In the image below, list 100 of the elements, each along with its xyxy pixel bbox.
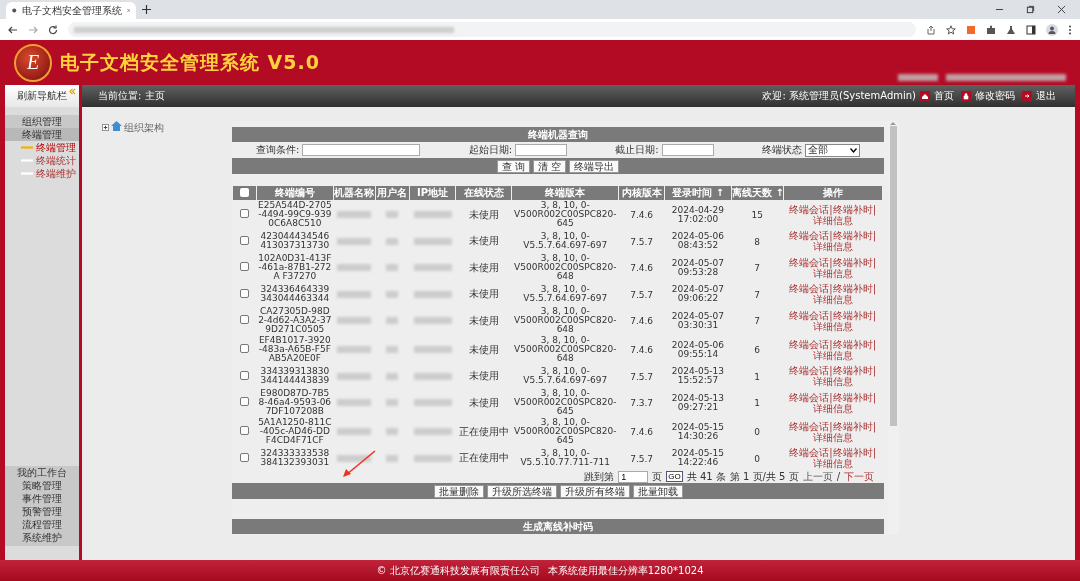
action-link[interactable]: 终端补时 [832,338,873,350]
new-tab-icon[interactable] [142,5,151,14]
action-link[interactable]: 详细信息 [812,267,853,279]
action-link[interactable]: 终端补时 [832,230,873,241]
sidebar-group[interactable]: 终端管理 [5,128,79,141]
action-link[interactable]: 终端会话 [789,391,830,403]
action-link[interactable]: 详细信息 [812,214,853,226]
sidebar-group[interactable]: 组织管理 [5,115,79,128]
tree-node[interactable]: 组织架构 [124,121,164,135]
separator: | [829,391,833,403]
profile-icon[interactable] [1046,23,1058,36]
close-icon[interactable] [1057,5,1066,14]
checkbox[interactable] [240,370,250,380]
checkbox[interactable] [240,452,250,462]
action-link[interactable]: 终端补时 [832,309,873,321]
bulk-button[interactable]: 批量删除 [433,484,484,498]
query-button[interactable]: 查 询 [496,159,530,173]
sidebar-item[interactable]: 终端维护 [5,167,79,180]
sidebar-item[interactable]: 终端管理 [5,141,79,154]
action-link[interactable]: 终端补时 [832,447,873,458]
action-link[interactable]: 终端补时 [832,256,873,268]
action-link[interactable]: 详细信息 [812,241,853,252]
back-icon[interactable] [8,24,18,35]
browser-tab[interactable]: 电子文档安全管理系统 [6,2,136,19]
action-link[interactable]: 终端会话 [789,309,830,321]
go-button[interactable]: GO [666,471,683,482]
action-link[interactable]: 详细信息 [812,458,853,469]
nav-link[interactable]: 首页 [934,89,954,103]
puzzle-icon[interactable] [986,24,996,35]
address-field[interactable] [68,22,916,37]
action-link[interactable]: 终端会话 [789,420,830,432]
sort-arrow[interactable]: ↑ [715,187,725,198]
checkbox[interactable] [240,288,250,298]
blurred-text [337,454,372,462]
table-cell-text: 3, 8, 10, 0-V500R002C00SPC820-648 [513,336,618,363]
table-cell-text: 3, 8, 10, 0-V5.5.7.64.697-697 [522,285,609,303]
action-link[interactable]: 终端会话 [789,365,830,376]
column-header[interactable]: 离线天数 [731,187,772,198]
checkbox[interactable] [240,235,250,245]
action-link[interactable]: 终端会话 [789,338,830,350]
checkbox[interactable] [240,187,250,197]
extension-icon[interactable] [966,24,976,35]
blurred-text [337,372,372,380]
sort-arrow[interactable]: ↑ [775,187,784,198]
star-icon[interactable] [946,24,956,35]
action-link[interactable]: 终端会话 [789,256,830,268]
action-link[interactable]: 终端会话 [789,203,830,215]
section-header: 生成离线补时码 [232,519,884,534]
action-link[interactable]: 终端补时 [832,391,873,403]
query-button[interactable]: 清 空 [533,159,567,173]
checkbox[interactable] [240,344,250,353]
restore-icon[interactable] [1026,5,1035,14]
next-link[interactable]: 下一页 [844,469,874,484]
flask-icon[interactable] [1006,24,1016,35]
column-header[interactable]: 登录时间 [671,187,712,198]
input-field[interactable] [302,144,421,156]
action-link[interactable]: 详细信息 [812,320,853,332]
date-field[interactable] [661,144,714,156]
action-link[interactable]: 详细信息 [812,431,853,443]
bulk-button[interactable]: 批量卸载 [632,484,683,498]
table-cell: 未使用 [468,288,499,299]
checkbox[interactable] [240,262,250,271]
sidebar-icon[interactable] [1026,24,1036,35]
menu-icon[interactable] [1068,24,1072,35]
action-link[interactable]: 终端补时 [832,283,873,294]
action-link[interactable]: 终端补时 [832,420,873,432]
checkbox[interactable] [240,426,250,435]
nav-link[interactable]: 修改密码 [975,89,1015,103]
checkbox[interactable] [240,315,250,324]
action-link[interactable]: 详细信息 [812,402,853,414]
action-link[interactable]: 终端会话 [789,283,830,294]
page-input[interactable]: 1 [618,470,649,483]
action-link[interactable]: 终端会话 [789,447,830,458]
table-cell: 7.5.7 [630,236,654,247]
date-field[interactable] [515,144,568,156]
expand-icon[interactable] [102,124,109,131]
table-cell: 0 [754,427,761,437]
blurred-text [386,317,399,324]
reload-icon[interactable] [48,24,58,35]
action-link[interactable]: 终端会话 [789,230,830,241]
table-cell-text: 2024-05-06 08:43:52 [670,232,726,250]
share-icon[interactable] [926,24,936,35]
sidebar-item[interactable]: 终端统计 [5,154,79,167]
nav-link[interactable]: 退出 [1036,89,1056,103]
query-button[interactable]: 终端导出 [569,159,620,173]
bulk-button[interactable]: 升级所选终端 [486,484,557,498]
action-link[interactable]: 终端补时 [832,365,873,376]
field-label: 截止日期: [615,143,659,157]
action-link[interactable]: 详细信息 [812,294,853,305]
checkbox[interactable] [240,397,250,406]
table-cell: 7 [754,289,761,300]
checkbox[interactable] [240,209,250,218]
action-link[interactable]: 详细信息 [812,376,853,387]
field-label: 查询条件: [256,143,300,157]
bulk-button[interactable]: 升级所有终端 [559,484,630,498]
action-link[interactable]: 详细信息 [812,349,853,361]
forward-icon[interactable] [28,24,38,35]
status-select[interactable]: 全部 [804,143,860,157]
table-cell: 未使用 [468,235,499,246]
action-link[interactable]: 终端补时 [832,203,873,215]
